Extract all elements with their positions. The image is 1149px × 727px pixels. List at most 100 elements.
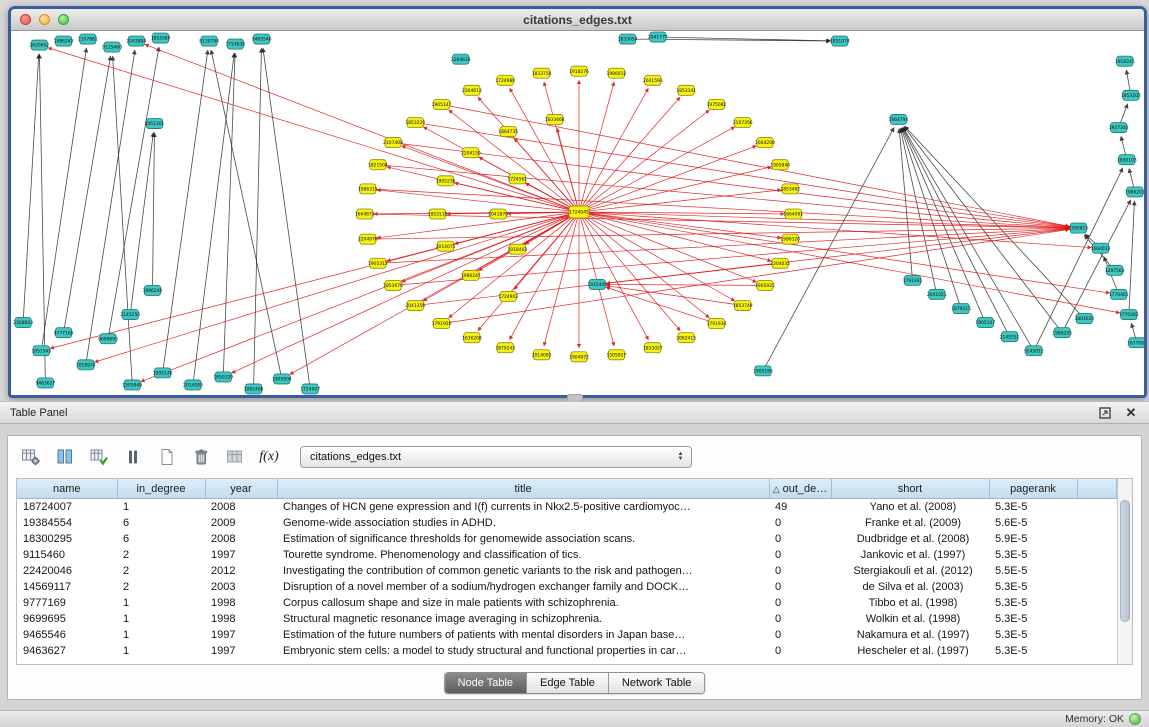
graph-node[interactable]: 1905147 (432, 99, 452, 109)
graph-edge[interactable] (557, 128, 578, 207)
graph-node[interactable]: 1724980 (495, 75, 515, 85)
delete-table-button[interactable] (187, 444, 215, 470)
table-row[interactable]: 1872400712008Changes of HCN gene express… (17, 499, 1117, 516)
show-columns-button[interactable] (51, 444, 79, 470)
graph-node[interactable]: 1975082 (707, 99, 727, 109)
table-source-dropdown[interactable]: citations_edges.txt ▲▼ (300, 446, 692, 468)
tab-node-table[interactable]: Node Table (445, 673, 527, 693)
table-row[interactable]: 969969511998Structural magnetic resonanc… (17, 611, 1117, 627)
graph-node[interactable]: 2041870 (488, 209, 508, 219)
graph-node[interactable]: 1853110 (428, 209, 448, 219)
graph-node[interactable]: 2062408 (244, 384, 264, 394)
graph-node[interactable]: 1918276 (569, 66, 589, 76)
graph-node[interactable]: 1207563 (1105, 265, 1125, 275)
col-header-title[interactable]: title (277, 479, 769, 499)
graph-node[interactable]: 1724630 (225, 39, 245, 49)
import-table-button[interactable] (221, 444, 249, 470)
graph-edge[interactable] (263, 48, 310, 384)
graph-edge[interactable] (1121, 136, 1126, 155)
graph-edge[interactable] (42, 48, 86, 346)
table-row[interactable]: 946362711997Embryonic stem cells: a mode… (17, 643, 1117, 659)
graph-node[interactable]: 2145251 (1000, 332, 1020, 342)
graph-node[interactable]: 1833754 (532, 68, 552, 78)
graph-node[interactable]: 1879243 (495, 343, 515, 353)
graph-node[interactable]: 2041021 (927, 289, 947, 299)
graph-node[interactable]: 1918403 (507, 244, 527, 254)
graph-node[interactable]: 1904872 (569, 352, 589, 362)
graph-node[interactable]: 1664794 (889, 114, 909, 124)
graph-node[interactable]: 1905904 (272, 374, 292, 384)
graph-node[interactable]: 1853220 (405, 117, 425, 127)
graph-node[interactable]: 1724561 (507, 174, 527, 184)
graph-node[interactable]: 2051301 (145, 118, 165, 128)
table-row[interactable]: 1830029562008Estimation of significance … (17, 531, 1117, 547)
rows-button[interactable] (119, 444, 147, 470)
graph-node[interactable]: 1821504 (368, 160, 388, 170)
graph-node[interactable]: 1905236 (436, 176, 456, 186)
minimize-window-button[interactable] (39, 14, 50, 25)
graph-edge[interactable] (1129, 201, 1134, 310)
graph-node[interactable]: 1853202 (1121, 90, 1141, 100)
graph-node[interactable]: 2062415 (676, 333, 696, 343)
graph-node[interactable]: 1986205 (1052, 328, 1072, 338)
float-panel-icon[interactable] (1097, 406, 1113, 420)
graph-node[interactable]: 2308843 (13, 318, 33, 328)
table-row[interactable]: 1456911722003Disruption of a novel membe… (17, 579, 1117, 595)
graph-node[interactable]: 1804020 (1074, 314, 1094, 324)
graph-edge[interactable] (1129, 168, 1134, 187)
table-row[interactable]: 911546021997Tourette syndrome. Phenomeno… (17, 547, 1117, 563)
graph-node[interactable]: 2204035 (770, 258, 790, 268)
table-row[interactable]: 977716911998Corpus callosum shape and si… (17, 595, 1117, 611)
window-titlebar[interactable]: citations_edges.txt (11, 9, 1144, 31)
graph-node[interactable]: 1853749 (733, 300, 753, 310)
graph-node[interactable]: 2204618 (451, 54, 471, 64)
graph-node[interactable]: 1505949 (122, 380, 142, 390)
graph-node[interactable]: 1986320 (780, 234, 800, 244)
graph-node[interactable]: 1724045 (569, 206, 589, 218)
graph-node[interactable]: 2014075 (436, 241, 456, 251)
graph-node[interactable]: 1853584 (151, 33, 171, 43)
graph-node[interactable]: 1677081 (1127, 338, 1144, 348)
graph-edge[interactable] (1131, 323, 1135, 338)
graph-node[interactable]: 1927343 (1109, 123, 1129, 133)
graph-node[interactable]: 2107356 (733, 117, 753, 127)
graph-node[interactable]: 1905922 (755, 280, 775, 290)
graph-node[interactable]: 9777169 (54, 328, 74, 338)
graph-node[interactable]: 9465546 (252, 34, 272, 44)
graph-node[interactable]: 2014089 (183, 380, 203, 390)
graph-node[interactable]: 1853076 (383, 280, 403, 290)
graph-node[interactable]: 9699695 (98, 334, 118, 344)
graph-edge[interactable] (231, 214, 574, 373)
graph-edge[interactable] (402, 146, 575, 210)
graph-node[interactable]: 9463627 (35, 378, 55, 388)
graph-node[interactable]: 1770461 (1109, 289, 1129, 299)
col-header-pagerank[interactable]: pagerank (989, 479, 1077, 499)
graph-edge[interactable] (131, 132, 153, 309)
col-header-name[interactable]: name (17, 479, 117, 499)
graph-node[interactable]: 1724007 (300, 384, 320, 394)
col-header-year[interactable]: year (205, 479, 277, 499)
graph-edge[interactable] (153, 133, 155, 286)
graph-node[interactable]: 2041777 (648, 32, 668, 42)
graph-node[interactable]: 1664091 (783, 209, 803, 219)
zoom-window-button[interactable] (58, 14, 69, 25)
graph-node[interactable]: 1986243 (54, 36, 74, 46)
graph-node[interactable]: 2204976 (358, 234, 378, 244)
graph-node[interactable]: 1791920 (432, 319, 452, 329)
graph-node[interactable]: 1986247 (461, 270, 481, 280)
graph-node[interactable]: 2018974 (76, 360, 96, 370)
graph-node[interactable]: 1986201 (1125, 187, 1144, 197)
tab-network-table[interactable]: Network Table (609, 673, 705, 693)
graph-node[interactable]: 2620652 (29, 40, 49, 50)
network-canvas[interactable]: 1724045 1664091 1986320 2204035 190592218537… (11, 31, 1144, 395)
graph-edge[interactable] (449, 215, 575, 318)
graph-node[interactable]: 1853492 (780, 184, 800, 194)
graph-node[interactable]: 2204150 (461, 148, 481, 158)
graph-node[interactable]: 1833468 (545, 114, 565, 124)
graph-node[interactable]: 1905313 (368, 258, 388, 268)
graph-node[interactable]: 1905147 (975, 318, 995, 328)
graph-node[interactable]: 1051945 (31, 346, 51, 356)
graph-edge[interactable] (194, 53, 235, 380)
table-row[interactable]: 946554611997Estimation of the future num… (17, 627, 1117, 643)
graph-node[interactable]: 2204613 (462, 85, 482, 95)
